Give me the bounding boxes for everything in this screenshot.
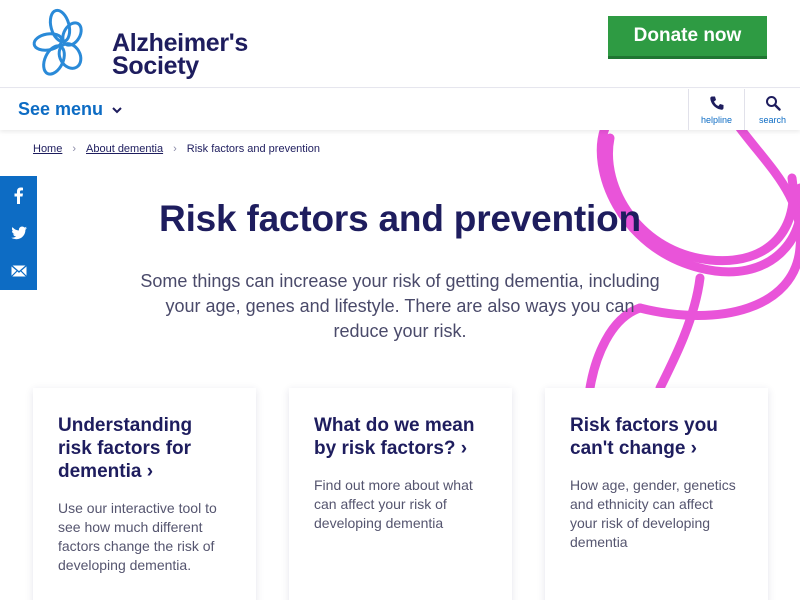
chevron-right-icon: ›	[690, 438, 697, 459]
see-menu-label: See menu	[18, 99, 104, 119]
card-title[interactable]: What do we mean by risk factors? ›	[314, 414, 487, 460]
search-label: search	[758, 114, 786, 125]
card-body: How age, gender, genetics and ethnicity …	[570, 477, 736, 550]
email-icon	[10, 264, 27, 277]
card-title[interactable]: Risk factors you can't change ›	[570, 414, 743, 460]
donate-button[interactable]: Donate now	[608, 16, 767, 59]
breadcrumb-current: Risk factors and prevention	[186, 143, 321, 155]
alzheimers-society-logo[interactable]: Alzheimer's Society	[32, 6, 248, 82]
main-nav: See menu helpline search	[0, 89, 800, 130]
card-body: Use our interactive tool to see how much…	[58, 500, 217, 573]
chevron-right-icon: ›	[460, 438, 468, 459]
twitter-share-button[interactable]	[0, 214, 37, 252]
search-button[interactable]: search	[744, 89, 800, 130]
helpline-label: helpline	[700, 114, 733, 125]
chevron-down-icon	[112, 106, 122, 113]
logo-flower-icon	[32, 8, 83, 76]
chevron-right-icon: ›	[146, 461, 154, 482]
breadcrumb-about-dementia-link[interactable]: About dementia	[86, 143, 163, 155]
twitter-icon	[10, 226, 27, 240]
decorative-scribble	[585, 128, 800, 388]
helpline-button[interactable]: helpline	[688, 89, 744, 130]
card-what-are-risk-factors[interactable]: What do we mean by risk factors? › Find …	[289, 388, 512, 600]
facebook-icon	[14, 187, 23, 204]
breadcrumb-home-link[interactable]: Home	[33, 143, 62, 155]
logo-text: Alzheimer's Society	[112, 29, 249, 80]
social-share-bar	[0, 176, 37, 290]
breadcrumb: Home › About dementia › Risk factors and…	[33, 143, 320, 155]
breadcrumb-separator-icon: ›	[173, 143, 177, 155]
see-menu-button[interactable]: See menu	[18, 99, 123, 120]
email-share-button[interactable]	[0, 252, 37, 290]
card-risk-factors-cant-change[interactable]: Risk factors you can't change › How age,…	[545, 388, 768, 600]
card-title[interactable]: Understanding risk factors for dementia …	[58, 414, 231, 483]
search-icon	[765, 95, 781, 111]
phone-icon	[709, 96, 723, 110]
facebook-share-button[interactable]	[0, 176, 37, 214]
page-intro: Some things can increase your risk of ge…	[140, 271, 660, 341]
site-header: Alzheimer's Society Donate now	[0, 0, 800, 88]
breadcrumb-separator-icon: ›	[72, 143, 77, 155]
card-understanding-risk-factors[interactable]: Understanding risk factors for dementia …	[33, 388, 256, 600]
card-body: Find out more about what can affect your…	[314, 477, 473, 531]
page-title: Risk factors and prevention	[159, 198, 641, 239]
